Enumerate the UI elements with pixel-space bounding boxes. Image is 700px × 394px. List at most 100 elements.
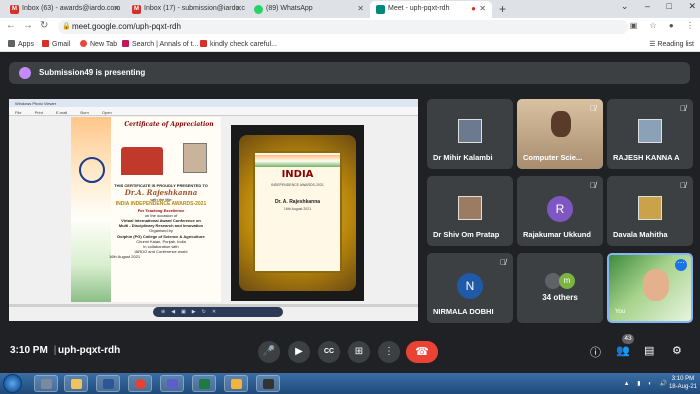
present-button[interactable]: ⊞ [348, 341, 370, 363]
participant-tile[interactable]: N 🎙̸ NIRMALA DOBHI [427, 253, 513, 323]
leave-call-button[interactable]: ☎ [406, 341, 438, 363]
recipient-photo [183, 143, 207, 173]
self-view-tile[interactable]: ⋯ You [607, 253, 693, 323]
cert-recipient-name: Dr.A. Rajeshkanna [124, 188, 198, 198]
bookmark-kindly-check[interactable]: kindly check careful... [200, 40, 277, 48]
meeting-details-icon[interactable]: ⓘ [590, 344, 601, 360]
taskbar-app[interactable] [128, 375, 152, 392]
meeting-code: uph-pqxt-rdh [58, 345, 121, 356]
close-window-icon[interactable]: ✕ [688, 1, 696, 11]
bookmark-label: Apps [18, 41, 34, 48]
tab-meet[interactable]: Meet - uph-pqxt-rdh ● ✕ [370, 1, 492, 18]
tab-whatsapp[interactable]: (89) WhatsApp ✕ [248, 1, 370, 18]
plaque-subheading: INDEPENDENCE AWARDS-2021 [271, 183, 324, 187]
apps-grid-icon [8, 40, 15, 47]
self-label: You [615, 309, 626, 315]
participant-count-badge: 43 [622, 334, 634, 344]
maximize-icon[interactable]: □ [667, 1, 672, 11]
participant-tile[interactable]: R 🎙̸ Rajakumar Ukkund [517, 176, 603, 246]
self-person [643, 269, 669, 301]
reading-list-button[interactable]: ☰ Reading list [649, 40, 694, 48]
certificate-image: Certificate of Appreciation THIS CERTIFI… [71, 117, 221, 302]
new-tab-button[interactable]: + [499, 2, 506, 16]
close-tab-icon[interactable]: ✕ [479, 4, 486, 13]
url-text: meet.google.com/uph-pqxt-rdh [72, 22, 181, 31]
captions-icon: CC [323, 348, 335, 355]
taskbar-app[interactable] [64, 375, 88, 392]
menu-icon[interactable]: ⋮ [686, 21, 694, 30]
taskbar-app[interactable] [34, 375, 58, 392]
camera-indicator-icon[interactable]: ▣ [630, 21, 638, 30]
taskbar-app[interactable] [224, 375, 248, 392]
profile-icon[interactable]: ● [669, 21, 674, 30]
participant-name: Dr Shiv Om Pratap [433, 230, 500, 239]
others-tile[interactable]: m 34 others [517, 253, 603, 323]
camera-button[interactable]: ▶ [288, 341, 310, 363]
tab-label: Inbox (17) - submission@iardo.c [144, 5, 245, 12]
framed-award-image: INDIA INDEPENDENCE AWARDS-2021 Dr. A. Ra… [231, 125, 364, 301]
lock-icon[interactable]: 🔒 [62, 22, 71, 30]
minimize-icon[interactable]: – [645, 1, 650, 11]
reload-icon[interactable]: ↻ [40, 20, 55, 31]
photos-icon [231, 379, 242, 389]
bookmark-apps[interactable]: Apps [8, 40, 34, 48]
start-button[interactable] [3, 374, 22, 393]
app-icon [41, 379, 52, 389]
previous-icon: ◀ [171, 309, 182, 315]
viewer-menu-burn: Burn [80, 110, 89, 115]
taskbar-app[interactable] [96, 375, 120, 392]
gmail-icon [200, 40, 207, 47]
bookmark-gmail[interactable]: Gmail [42, 40, 70, 48]
browser-tab-bar: M Inbox (63) - awards@iardo.com ✕ M Inbo… [0, 0, 700, 18]
taskbar-clock[interactable]: 3:10 PM 18-Aug-21 [669, 375, 697, 391]
taskbar-app[interactable] [192, 375, 216, 392]
participant-tile[interactable]: 🎙̸ Davala Mahitha [607, 176, 693, 246]
more-vert-icon: ⋮ [384, 346, 394, 357]
captions-button[interactable]: CC [318, 341, 340, 363]
meet-icon [376, 5, 385, 14]
more-options-button[interactable]: ⋮ [378, 341, 400, 363]
participant-tile[interactable]: 🎙̸ Computer Scie... [517, 99, 603, 169]
participant-tile[interactable]: Dr Mihir Kalambi [427, 99, 513, 169]
tab-search-icon[interactable]: ⌄ [621, 1, 629, 11]
taskbar-app[interactable] [160, 375, 184, 392]
participant-tile[interactable]: 🎙̸ RAJESH KANNA A [607, 99, 693, 169]
viewer-menu-file: File [15, 110, 22, 115]
tab-inbox-submission[interactable]: M Inbox (17) - submission@iardo.c ✕ [126, 1, 248, 18]
url-field[interactable]: 🔒 meet.google.com/uph-pqxt-rdh [58, 20, 628, 34]
participant-photo [458, 119, 482, 143]
certificate-title: Certificate of Appreciation [124, 121, 214, 128]
microphone-button[interactable]: 🎤 [258, 341, 280, 363]
shared-screen[interactable]: Windows Photo Viewer File Print E-mail B… [9, 99, 418, 321]
activities-icon[interactable]: ⚙ [672, 344, 682, 357]
mic-off-icon: 🎙̸ [500, 258, 506, 267]
forward-icon[interactable]: → [23, 20, 40, 31]
taskbar-app[interactable] [256, 375, 280, 392]
next-icon: ▶ [191, 309, 202, 315]
close-tab-icon[interactable]: ✕ [357, 4, 364, 13]
people-icon[interactable]: 👥 [616, 344, 630, 357]
cert-award-name: INDIA INDEPENDENCE AWARDS-2021 [115, 201, 207, 208]
meeting-time: 3:10 PM [10, 345, 56, 356]
bookmark-new-tab[interactable]: New Tab [80, 40, 117, 48]
presenting-text: Submission49 is presenting [39, 68, 146, 77]
system-tray[interactable]: ▲ ▮ ◐ 🔊 [624, 380, 670, 387]
close-tab-icon[interactable]: ✕ [113, 4, 120, 13]
bookmark-star-icon[interactable]: ☆ [650, 21, 657, 30]
bookmark-annals[interactable]: Search | Annals of t... [122, 40, 198, 48]
participant-tile[interactable]: Dr Shiv Om Pratap [427, 176, 513, 246]
present-screen-icon: ⊞ [354, 346, 364, 357]
close-tab-icon[interactable]: ✕ [235, 4, 242, 13]
tab-label: Meet - uph-pqxt-rdh [388, 5, 450, 12]
more-options-icon[interactable]: ⋯ [675, 259, 687, 271]
address-bar-row: ←→↻ 🔒 meet.google.com/uph-pqxt-rdh ▣ ☆ ●… [0, 18, 700, 36]
tab-inbox-awards[interactable]: M Inbox (63) - awards@iardo.com ✕ [4, 1, 126, 18]
camera-person [551, 111, 571, 137]
back-icon[interactable]: ← [6, 20, 23, 31]
bookmark-label: kindly check careful... [210, 41, 277, 48]
viewer-menu-print: Print [34, 110, 43, 115]
chat-icon[interactable]: ▤ [644, 344, 654, 357]
gmail-icon [42, 40, 49, 47]
participant-photo [638, 119, 662, 143]
presenting-banner: Submission49 is presenting [9, 62, 690, 84]
